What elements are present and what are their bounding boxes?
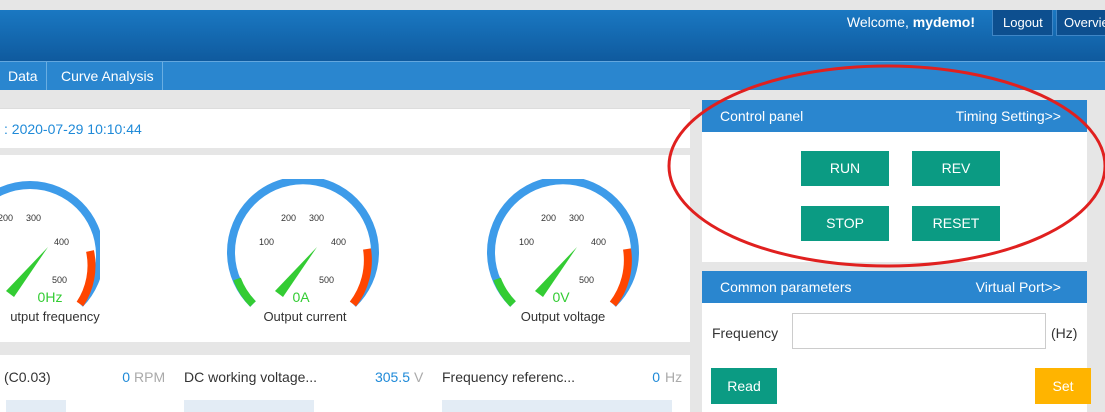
gauge-output-voltage: 100 200 300 400 500 0V Output voltage (483, 179, 643, 329)
gauge-value: 0Hz (37, 289, 63, 305)
partial-row (442, 400, 672, 412)
gauge-dial: 100 200 300 400 500 (487, 179, 639, 307)
param-value: 0 (122, 369, 130, 385)
nav-item-curve-analysis[interactable]: Curve Analysis (53, 62, 163, 90)
param-unit: RPM (134, 369, 166, 385)
frequency-unit: (Hz) (1051, 325, 1078, 341)
common-parameters-header: Common parameters Virtual Port>> (702, 271, 1087, 303)
tick-200: 200 (0, 213, 13, 223)
top-header: Welcome, mydemo! Logout Overview (0, 10, 1105, 61)
tick-500: 500 (52, 275, 67, 285)
tick-100: 100 (519, 237, 534, 247)
welcome-text: Welcome, mydemo! (847, 14, 975, 30)
gauge-panel: 00 200 300 400 500 0Hz utput frequency 1… (0, 155, 690, 342)
param-unit: V (414, 369, 424, 385)
param-name: Frequency referenc... (442, 369, 576, 385)
partial-row (184, 400, 314, 412)
tick-300: 300 (309, 213, 324, 223)
tick-500: 500 (319, 275, 334, 285)
gauge-dial: 100 200 300 400 500 (227, 179, 379, 307)
param-value: 305.5 (374, 369, 410, 385)
nav-item-data[interactable]: Data (0, 62, 47, 90)
gauge-value: 0A (292, 289, 310, 305)
tick-200: 200 (541, 213, 556, 223)
frequency-input[interactable] (792, 313, 1046, 349)
username: mydemo! (912, 14, 975, 30)
param-name: (C0.03) (4, 369, 51, 385)
set-button[interactable]: Set (1035, 368, 1091, 404)
tick-400: 400 (54, 237, 69, 247)
read-button[interactable]: Read (711, 368, 777, 404)
gauge-label: Output current (263, 309, 347, 324)
common-parameters-body: Frequency (Hz) Read Set (702, 303, 1091, 412)
gauge-label: utput frequency (10, 309, 100, 324)
param-unit: Hz (665, 369, 683, 385)
datetime-text: : 2020-07-29 10:10:44 (4, 121, 142, 137)
param-value: 0 (652, 369, 660, 385)
datetime-panel: : 2020-07-29 10:10:44 (0, 108, 690, 148)
tick-300: 300 (569, 213, 584, 223)
overview-button[interactable]: Overview (1056, 10, 1105, 36)
tick-400: 400 (591, 237, 606, 247)
tick-100: 100 (259, 237, 274, 247)
gauge-label: Output voltage (520, 309, 606, 324)
gauge-dial: 00 200 300 400 500 (0, 181, 100, 307)
annotation-ellipse (667, 64, 1105, 268)
tick-200: 200 (281, 213, 296, 223)
welcome-prefix: Welcome, (846, 14, 909, 30)
gauge-value: 0V (552, 289, 570, 305)
tick-400: 400 (331, 237, 346, 247)
tick-300: 300 (26, 213, 41, 223)
gauge-output-frequency: 00 200 300 400 500 0Hz utput frequency (0, 179, 100, 329)
gauge-output-current: 100 200 300 400 500 0A Output current (223, 179, 383, 329)
tick-500: 500 (579, 275, 594, 285)
virtual-port-link[interactable]: Virtual Port>> (976, 271, 1061, 303)
partial-row (6, 400, 66, 412)
param-panel: (C0.03) 0 RPM DC working voltage... 305.… (0, 355, 690, 412)
logout-button[interactable]: Logout (992, 10, 1053, 36)
common-parameters-title: Common parameters (720, 279, 852, 295)
param-name: DC working voltage... (184, 369, 318, 385)
frequency-label: Frequency (712, 325, 779, 341)
